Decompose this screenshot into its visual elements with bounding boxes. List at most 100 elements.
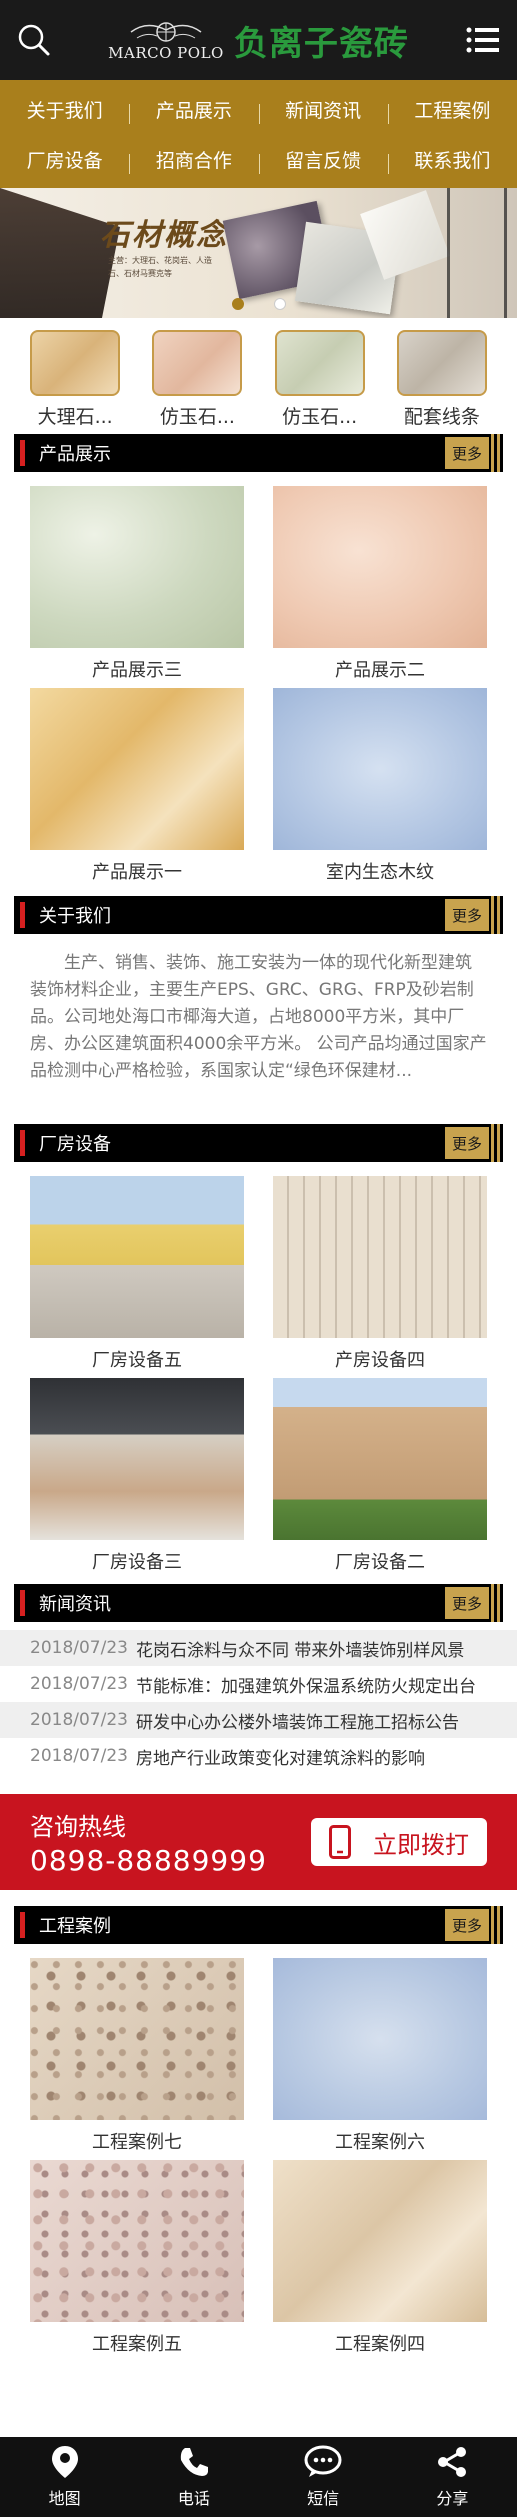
footer-map[interactable]: 地图 — [0, 2437, 129, 2517]
category-label: 仿玉石... — [159, 406, 235, 428]
case-image — [273, 1958, 487, 2120]
category-item[interactable]: 仿玉石... — [259, 330, 381, 430]
category-row: 大理石... 仿玉石... 仿玉石... 配套线条 — [0, 318, 517, 430]
case-card[interactable]: 工程案例四 — [273, 2160, 487, 2362]
main-nav: 关于我们 产品展示 新闻资讯 工程案例 厂房设备 招商合作 留言反馈 联系我们 — [0, 80, 517, 188]
news-title: 研发中心办公楼外墙装饰工程施工招标公告 — [136, 1712, 459, 1733]
hotline-label: 咨询热线 — [30, 1813, 126, 1841]
case-caption: 工程案例五 — [92, 2334, 182, 2355]
factory-image — [273, 1378, 487, 1540]
menu-icon[interactable] — [463, 20, 503, 60]
category-label: 仿玉石... — [282, 406, 358, 428]
product-card[interactable]: 室内生态木纹 — [273, 688, 487, 890]
nav-row-2: 厂房设备 招商合作 留言反馈 联系我们 — [0, 134, 517, 184]
news-date: 2018/07/23 — [30, 1710, 128, 1730]
nav-factory[interactable]: 厂房设备 — [0, 146, 129, 173]
nav-news[interactable]: 新闻资讯 — [258, 96, 388, 124]
hero-banner[interactable]: 石材概念 主营：大理石、花岗岩、人造石、石材马赛克等 — [0, 188, 517, 318]
share-icon — [438, 2447, 467, 2477]
category-item[interactable]: 大理石... — [14, 330, 136, 430]
case-caption: 工程案例七 — [92, 2132, 182, 2153]
section-title: 关于我们 — [39, 906, 111, 927]
nav-cases[interactable]: 工程案例 — [387, 96, 517, 124]
cases-grid: 工程案例七 工程案例六 工程案例五 工程案例四 — [0, 1944, 517, 2362]
news-list: 2018/07/23 花岗石涂料与众不同 带来外墙装饰别样风景 2018/07/… — [0, 1622, 517, 1774]
section-stripes — [491, 1124, 503, 1162]
carousel-dots — [0, 298, 517, 310]
category-thumb — [30, 330, 121, 396]
section-stripes — [491, 434, 503, 472]
product-grid: 产品展示三 产品展示二 产品展示一 室内生态木纹 — [0, 472, 517, 890]
factory-card[interactable]: 厂房设备二 — [273, 1378, 487, 1580]
category-item[interactable]: 仿玉石... — [136, 330, 258, 430]
footer-phone[interactable]: 电话 — [129, 2437, 258, 2517]
more-button[interactable]: 更多 — [445, 437, 489, 469]
nav-feedback[interactable]: 留言反馈 — [258, 146, 388, 174]
nav-products[interactable]: 产品展示 — [129, 96, 258, 124]
case-caption: 工程案例六 — [335, 2132, 425, 2153]
section-header-cases: 工程案例 更多 — [14, 1906, 503, 1944]
section-header-factory: 厂房设备 更多 — [14, 1124, 503, 1162]
category-thumb — [274, 330, 365, 396]
factory-caption: 厂房设备五 — [92, 1350, 182, 1371]
footer-share[interactable]: 分享 — [388, 2437, 517, 2517]
factory-card[interactable]: 厂房设备五 — [30, 1176, 244, 1378]
news-item[interactable]: 2018/07/23 花岗石涂料与众不同 带来外墙装饰别样风景 — [0, 1630, 517, 1666]
nav-about[interactable]: 关于我们 — [0, 96, 129, 123]
factory-card[interactable]: 厂房设备三 — [30, 1378, 244, 1580]
factory-card[interactable]: 产房设备四 — [273, 1176, 487, 1378]
product-image — [273, 486, 487, 648]
footer-label: 分享 — [436, 2489, 469, 2508]
site-logo[interactable]: MARCO POLO 负离子瓷砖 — [108, 16, 409, 65]
product-card[interactable]: 产品展示一 — [30, 688, 244, 890]
news-title: 节能标准：加强建筑外保温系统防火规定出台 — [136, 1676, 476, 1697]
case-image — [273, 2160, 487, 2322]
footer-label: 电话 — [177, 2489, 210, 2508]
news-item[interactable]: 2018/07/23 房地产行业政策变化对建筑涂料的影响 — [0, 1738, 517, 1774]
case-card[interactable]: 工程案例六 — [273, 1958, 487, 2160]
nav-contact[interactable]: 联系我们 — [387, 146, 517, 174]
about-text: 生产、销售、装饰、施工安装为一体的现代化新型建筑装饰材料企业，主要生产EPS、G… — [30, 953, 487, 1081]
carousel-dot[interactable] — [273, 298, 286, 310]
section-accent-bar — [20, 440, 25, 466]
more-button[interactable]: 更多 — [445, 1909, 489, 1941]
section-accent-bar — [20, 1130, 25, 1156]
message-icon — [304, 2445, 342, 2477]
factory-image — [30, 1176, 244, 1338]
hotline-info: 咨询热线 0898-88889999 — [30, 1807, 267, 1877]
product-card[interactable]: 产品展示二 — [273, 486, 487, 688]
product-caption: 室内生态木纹 — [326, 862, 434, 883]
factory-image — [30, 1378, 244, 1540]
product-card[interactable]: 产品展示三 — [30, 486, 244, 688]
factory-grid: 厂房设备五 产房设备四 厂房设备三 厂房设备二 — [0, 1162, 517, 1580]
section-stripes — [491, 1584, 503, 1622]
phone-icon — [180, 2448, 208, 2476]
news-item[interactable]: 2018/07/23 节能标准：加强建筑外保温系统防火规定出台 — [0, 1666, 517, 1702]
section-header-news: 新闻资讯 更多 — [14, 1584, 503, 1622]
section-title: 产品展示 — [39, 444, 111, 465]
news-item[interactable]: 2018/07/23 研发中心办公楼外墙装饰工程施工招标公告 — [0, 1702, 517, 1738]
news-date: 2018/07/23 — [30, 1746, 128, 1766]
case-card[interactable]: 工程案例七 — [30, 1958, 244, 2160]
more-button[interactable]: 更多 — [445, 899, 489, 931]
category-thumb — [152, 330, 243, 396]
banner-subtitle: 主营：大理石、花岗岩、人造石、石材马赛克等 — [108, 256, 212, 278]
brand-block: MARCO POLO — [108, 18, 224, 62]
category-item[interactable]: 配套线条 — [381, 330, 503, 430]
carousel-dot[interactable] — [231, 298, 244, 310]
factory-caption: 产房设备四 — [335, 1350, 425, 1371]
product-image — [30, 486, 244, 648]
footer-sms[interactable]: 短信 — [259, 2437, 388, 2517]
case-card[interactable]: 工程案例五 — [30, 2160, 244, 2362]
more-button[interactable]: 更多 — [445, 1127, 489, 1159]
phone-icon — [329, 1825, 351, 1859]
nav-investment[interactable]: 招商合作 — [129, 146, 258, 174]
product-caption: 产品展示三 — [92, 660, 182, 681]
call-now-label: 立即拨打 — [373, 1830, 469, 1859]
hotline-number: 0898-88889999 — [30, 1844, 267, 1877]
more-button[interactable]: 更多 — [445, 1587, 489, 1619]
factory-caption: 厂房设备二 — [335, 1552, 425, 1573]
search-icon[interactable] — [14, 20, 54, 60]
factory-caption: 厂房设备三 — [92, 1552, 182, 1573]
call-now-button[interactable]: 立即拨打 — [311, 1818, 487, 1866]
